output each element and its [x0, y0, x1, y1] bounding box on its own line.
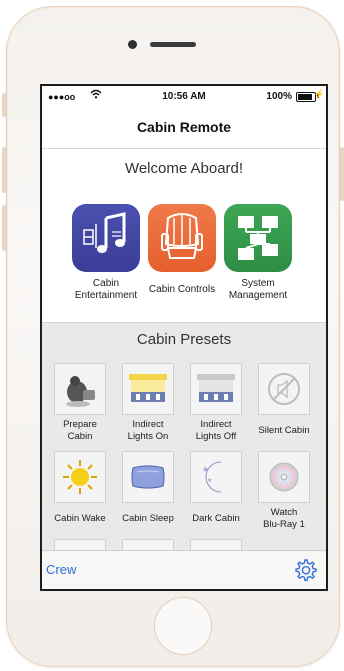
svg-text:★: ★	[207, 477, 212, 484]
front-camera	[128, 40, 137, 49]
label-line: Cabin	[67, 431, 93, 442]
moon-icon: ★ ★	[190, 451, 242, 503]
disc-icon	[258, 451, 310, 503]
preset-label: Cabin Wake	[42, 513, 118, 525]
power-button	[340, 147, 344, 201]
label-line: Cabin Controls	[148, 284, 216, 295]
tab-bar: Crew	[42, 550, 326, 589]
sun-icon	[54, 451, 106, 503]
label-line: Indirect	[200, 419, 232, 430]
label-line: Watch	[270, 507, 298, 518]
preset-label: Silent Cabin	[246, 425, 322, 437]
cabin-presets-panel: Cabin Presets Prepare Cabin Indirect Lig…	[42, 322, 326, 561]
label-line: Lights On	[127, 431, 169, 442]
cabin-controls-label: Cabin Controls	[140, 278, 224, 296]
system-management-label: System Management	[216, 278, 300, 302]
lights-off-icon	[190, 363, 242, 415]
home-button[interactable]	[154, 597, 212, 655]
cabin-entertainment-label: Cabin Entertainment	[64, 278, 148, 302]
status-bar: ●●●oo 10:56 AM 100% ⚡	[42, 86, 326, 106]
earpiece-speaker	[150, 42, 196, 47]
battery-percent: 100%	[266, 91, 292, 102]
label-line: Blu-Ray 1	[263, 519, 305, 530]
preset-label: Indirect Lights Off	[178, 419, 254, 443]
app-screen: ●●●oo 10:56 AM 100% ⚡ Cabin Remote Welco…	[40, 84, 328, 591]
seat-icon	[161, 213, 203, 259]
pillow-icon	[122, 451, 174, 503]
label-line: Cabin	[92, 278, 120, 289]
mute-switch	[2, 93, 6, 117]
preset-label: Watch Blu-Ray 1	[246, 507, 322, 531]
label-line: Cabin Sleep	[122, 513, 174, 524]
preset-label: Cabin Sleep	[110, 513, 186, 525]
cabin-entertainment-button[interactable]	[72, 204, 140, 272]
mute-icon	[258, 363, 310, 415]
crew-button[interactable]: Crew	[46, 562, 76, 577]
label-line: Prepare	[63, 419, 97, 430]
system-management-button[interactable]	[224, 204, 292, 272]
volume-up-button	[2, 147, 6, 193]
charging-icon: ⚡	[313, 89, 325, 99]
presets-title: Cabin Presets	[136, 331, 232, 348]
label-line: Cabin Wake	[54, 513, 106, 524]
gear-icon[interactable]	[292, 557, 318, 588]
volume-down-button	[2, 205, 6, 251]
label-line: Indirect	[132, 419, 164, 430]
welcome-heading: Welcome Aboard!	[124, 160, 244, 177]
label-line: Entertainment	[74, 290, 138, 301]
network-icon	[238, 216, 278, 260]
preset-label: Indirect Lights On	[110, 419, 186, 443]
nav-title: Cabin Remote	[42, 106, 326, 149]
preset-label: Dark Cabin	[178, 513, 254, 525]
music-note-icon	[83, 212, 126, 253]
preset-label: Prepare Cabin	[42, 419, 118, 443]
lights-on-icon	[122, 363, 174, 415]
label-line: Management	[228, 290, 288, 301]
label-line: Silent Cabin	[258, 425, 310, 436]
cabin-controls-button[interactable]	[148, 204, 216, 272]
label-line: Dark Cabin	[192, 513, 240, 524]
crew-figure-icon	[54, 363, 106, 415]
svg-text:★: ★	[202, 465, 209, 474]
label-line: Lights Off	[195, 431, 237, 442]
label-line: System	[241, 278, 275, 289]
